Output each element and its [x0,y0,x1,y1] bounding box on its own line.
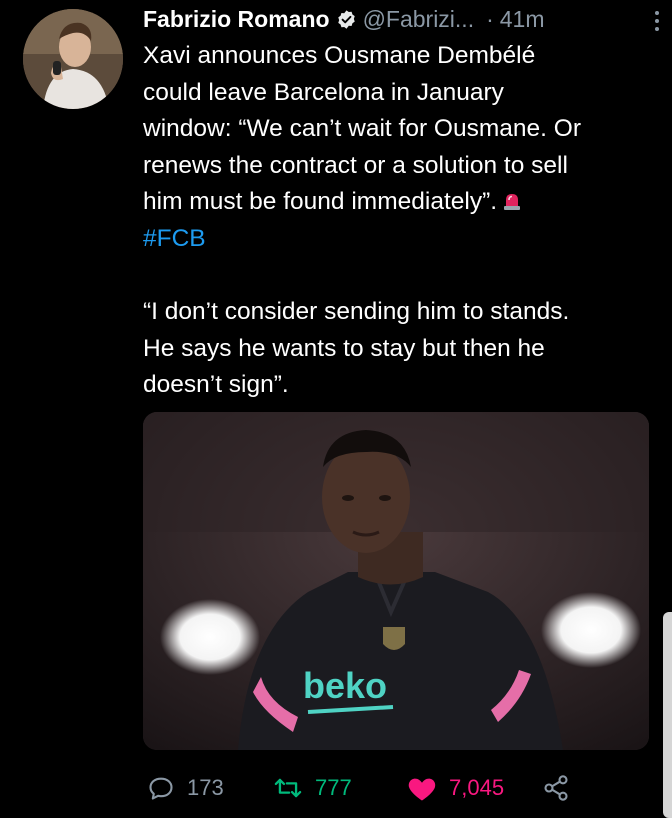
tweet[interactable]: Fabrizio Romano @Fabrizi... · 41m Xavi a… [0,0,672,818]
more-vertical-icon[interactable] [651,10,663,32]
tweet-text-line: him must be found immediately”. [143,188,498,215]
retweet-count: 777 [315,775,352,800]
tweet-text-line: renews the contract or a solution to sel… [143,151,568,179]
timestamp[interactable]: 41m [500,6,545,33]
avatar-image [23,9,123,109]
tweet-header: Fabrizio Romano @Fabrizi... · 41m [143,4,663,34]
tweet-actions: 173 777 7,045 [143,770,583,806]
retweet-icon [274,778,302,798]
avatar[interactable] [23,9,123,109]
quote-line: doesn’t sign”. [143,371,289,398]
scroll-handle[interactable] [663,612,672,818]
like-button[interactable]: 7,045 [407,770,504,806]
hashtag-link[interactable]: #FCB [143,221,663,258]
tweet-text: Xavi announces Ousmane Dembélé could lea… [143,38,663,404]
tweet-content: Fabrizio Romano @Fabrizi... · 41m Xavi a… [143,4,663,404]
police-light-icon [504,194,521,210]
verified-badge-icon [337,9,355,29]
tweet-text-line-with-emoji: him must be found immediately”. [143,184,663,221]
quote-line: “I don’t consider sending him to stands. [143,298,570,325]
media-photo: beko [143,412,649,750]
like-count: 7,045 [449,775,505,800]
share-button[interactable] [541,770,571,806]
share-icon [544,775,568,801]
sponsor-logo: beko [303,665,387,706]
tweet-text-line: Xavi announces Ousmane Dembélé [143,42,536,69]
display-name[interactable]: Fabrizio Romano [143,6,330,33]
separator-dot: · [486,5,494,32]
retweet-button[interactable]: 777 [273,770,352,806]
heart-icon [408,778,436,801]
tweet-text-line: window: “We can’t wait for Ousmane. Or [143,115,581,142]
reply-icon [149,777,173,800]
quote-line: He says he wants to stay but then he [143,334,545,362]
tweet-text-line: could leave Barcelona in January [143,78,504,106]
reply-button[interactable]: 173 [147,770,224,806]
tweet-media-photo[interactable]: beko [143,412,649,750]
handle[interactable]: @Fabrizi... [363,6,475,33]
reply-count: 173 [187,775,224,800]
